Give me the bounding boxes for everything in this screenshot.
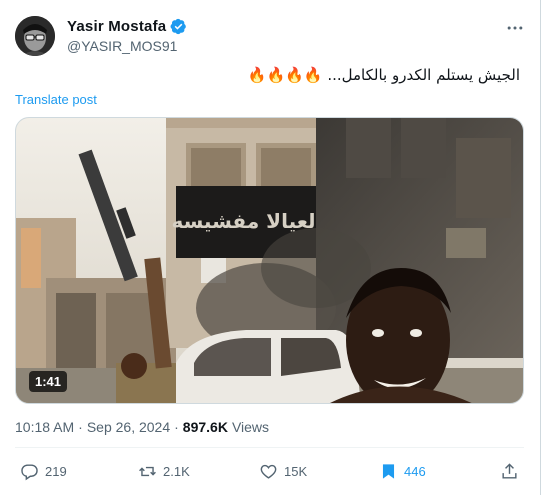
like-count: 15K	[284, 463, 308, 479]
bookmark-count: 446	[404, 463, 426, 479]
share-icon	[502, 462, 517, 479]
post-metadata: 10:18 AM · Sep 26, 2024 · 897.6K Views	[15, 419, 269, 435]
post-date[interactable]: Sep 26, 2024	[87, 419, 170, 435]
post-card: Yasir Mostafa @YASIR_MOS91 الجيش يستلم ا…	[0, 0, 541, 495]
more-options-icon[interactable]	[505, 18, 525, 38]
post-text: الجيش يستلم الكدرو بالكامل... 🔥🔥🔥🔥	[247, 66, 520, 84]
video-thumbnail: نالعيالا مفشيسه	[16, 118, 523, 403]
views-label: Views	[231, 419, 270, 435]
repost-count: 2.1K	[163, 463, 190, 479]
meta-separator: ·	[174, 419, 179, 435]
repost-icon	[139, 466, 156, 476]
reply-button[interactable]: 219	[20, 455, 67, 487]
video-duration-badge: 1:41	[29, 371, 68, 392]
heart-icon	[260, 464, 277, 479]
post-header: Yasir Mostafa @YASIR_MOS91	[15, 14, 525, 58]
like-button[interactable]: 15K	[259, 455, 307, 487]
views-count: 897.6K	[182, 419, 228, 435]
post-time[interactable]: 10:18 AM	[15, 419, 74, 435]
repost-button[interactable]: 2.1K	[138, 455, 190, 487]
translate-post-link[interactable]: Translate post	[15, 92, 97, 107]
verified-badge-icon	[170, 18, 187, 35]
video-player[interactable]: نالعيالا مفشيسه 1:41	[15, 117, 524, 404]
reply-count: 219	[45, 463, 67, 479]
author-name[interactable]: Yasir Mostafa	[67, 18, 166, 35]
author-handle[interactable]: @YASIR_MOS91	[67, 38, 177, 54]
share-button[interactable]	[500, 455, 519, 487]
bookmark-button[interactable]: 446	[379, 455, 426, 487]
action-bar: 219 2.1K 15K 446	[15, 455, 525, 487]
divider	[15, 447, 524, 448]
avatar[interactable]	[15, 16, 55, 56]
bookmark-filled-icon	[382, 463, 395, 479]
avatar-image	[15, 16, 55, 56]
reply-icon	[21, 463, 38, 480]
meta-separator: ·	[78, 419, 83, 435]
